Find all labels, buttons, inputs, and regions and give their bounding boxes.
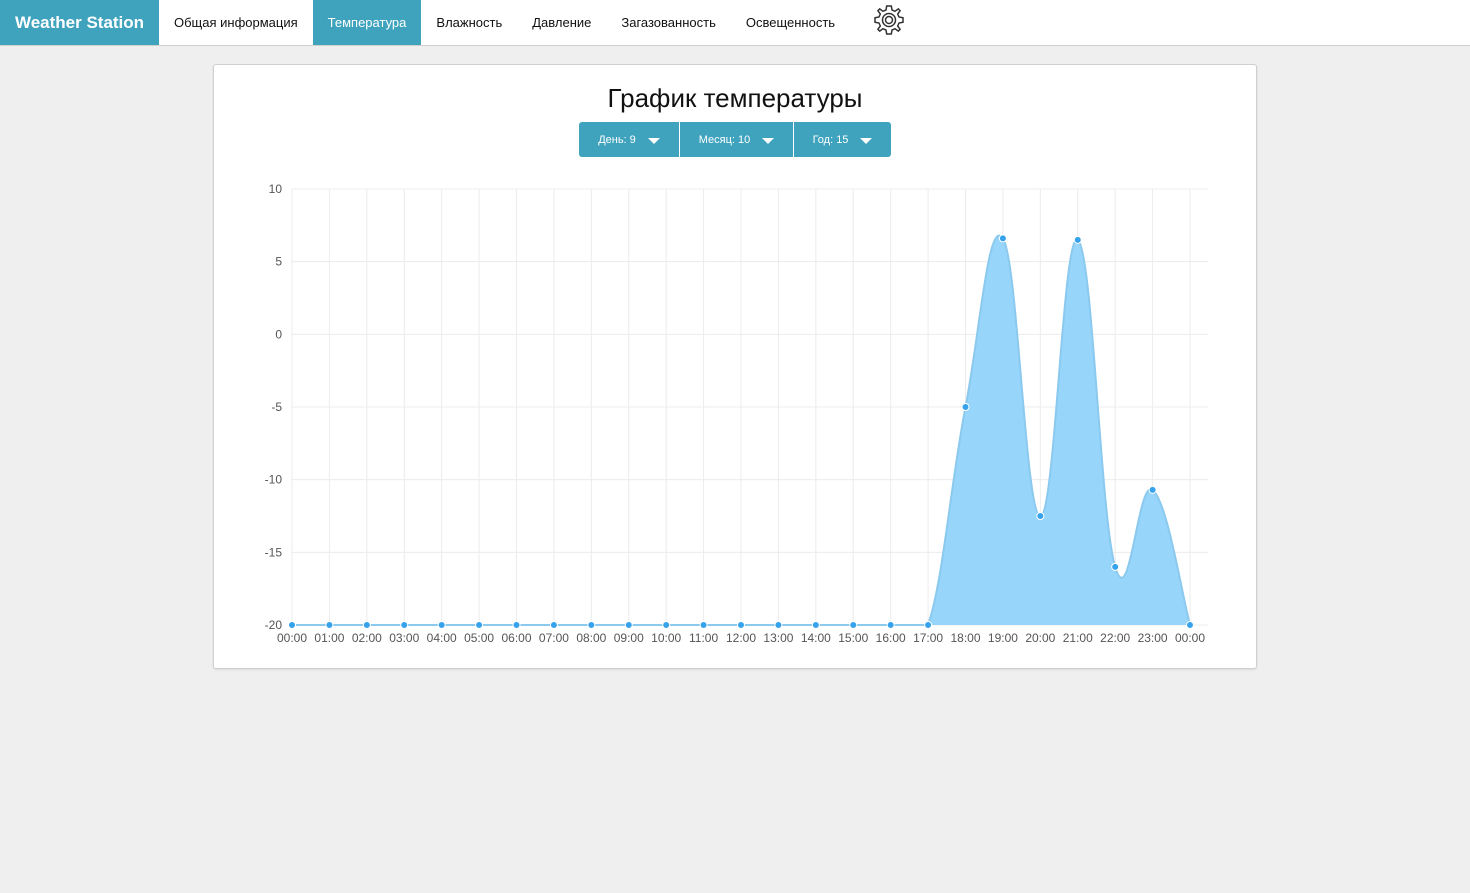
- data-point: [1073, 235, 1082, 244]
- x-tick-label: 06:00: [501, 631, 531, 645]
- data-point: [849, 621, 858, 629]
- x-tick-label: 12:00: [726, 631, 756, 645]
- x-tick-label: 11:00: [689, 631, 718, 645]
- data-point: [624, 621, 633, 629]
- x-tick-label: 15:00: [838, 631, 868, 645]
- data-point: [811, 621, 820, 629]
- y-tick-label: 0: [275, 327, 282, 341]
- x-tick-label: 13:00: [763, 631, 793, 645]
- nav-item-gas[interactable]: Загазованность: [606, 0, 730, 45]
- data-point: [662, 621, 671, 629]
- x-tick-label: 21:00: [1063, 631, 1093, 645]
- temperature-panel: График температуры День: 9 Месяц: 10 Год…: [213, 64, 1257, 669]
- x-tick-label: 04:00: [427, 631, 457, 645]
- y-tick-label: 10: [269, 182, 283, 196]
- nav-item-humidity[interactable]: Влажность: [421, 0, 517, 45]
- navbar: Weather Station Общая информация Темпера…: [0, 0, 1470, 46]
- settings-button[interactable]: [872, 0, 906, 45]
- x-tick-label: 22:00: [1100, 631, 1130, 645]
- x-tick-label: 00:00: [277, 631, 307, 645]
- data-point: [886, 621, 895, 629]
- y-tick-label: -5: [271, 400, 282, 414]
- data-point: [512, 621, 521, 629]
- y-tick-label: -15: [265, 545, 283, 559]
- x-tick-label: 18:00: [950, 631, 980, 645]
- data-point: [1036, 512, 1045, 520]
- data-point: [400, 621, 409, 629]
- x-tick-label: 00:00: [1175, 631, 1205, 645]
- x-tick-label: 03:00: [389, 631, 419, 645]
- x-tick-label: 01:00: [314, 631, 344, 645]
- data-point: [699, 621, 708, 629]
- x-tick-label: 20:00: [1025, 631, 1055, 645]
- gear-icon: [872, 3, 906, 42]
- data-point: [1148, 485, 1157, 494]
- data-point: [1186, 621, 1194, 629]
- x-tick-label: 23:00: [1138, 631, 1168, 645]
- x-tick-label: 07:00: [539, 631, 569, 645]
- data-point: [549, 621, 558, 629]
- brand-logo[interactable]: Weather Station: [0, 0, 159, 45]
- data-point: [475, 621, 484, 629]
- data-point: [325, 621, 334, 629]
- x-tick-label: 16:00: [876, 631, 906, 645]
- x-tick-label: 17:00: [913, 631, 943, 645]
- data-point: [437, 621, 446, 629]
- nav-item-pressure[interactable]: Давление: [517, 0, 606, 45]
- y-tick-label: -20: [265, 618, 283, 632]
- nav-item-general[interactable]: Общая информация: [159, 0, 313, 45]
- data-point: [924, 621, 933, 629]
- x-tick-label: 05:00: [464, 631, 494, 645]
- x-tick-label: 02:00: [352, 631, 382, 645]
- temperature-chart: 1050-5-10-15-2000:00 01:00 02:00 03:00 04:00…: [265, 182, 1208, 645]
- data-point: [774, 621, 783, 629]
- nav-item-temperature[interactable]: Температура: [312, 0, 422, 45]
- data-point: [998, 234, 1007, 243]
- y-tick-label: 5: [275, 255, 282, 269]
- x-tick-label: 10:00: [651, 631, 681, 645]
- data-point: [737, 621, 745, 629]
- y-tick-label: -10: [265, 473, 283, 487]
- x-tick-label: 09:00: [614, 631, 644, 645]
- data-point: [362, 621, 371, 629]
- x-tick-label: 08:00: [576, 631, 606, 645]
- x-tick-label: 19:00: [988, 631, 1018, 645]
- data-point: [587, 621, 596, 629]
- x-tick-label: 14:00: [801, 631, 831, 645]
- data-point: [1111, 562, 1120, 571]
- data-point: [288, 621, 296, 629]
- nav-item-light[interactable]: Освещенность: [731, 0, 850, 45]
- data-point: [961, 403, 970, 411]
